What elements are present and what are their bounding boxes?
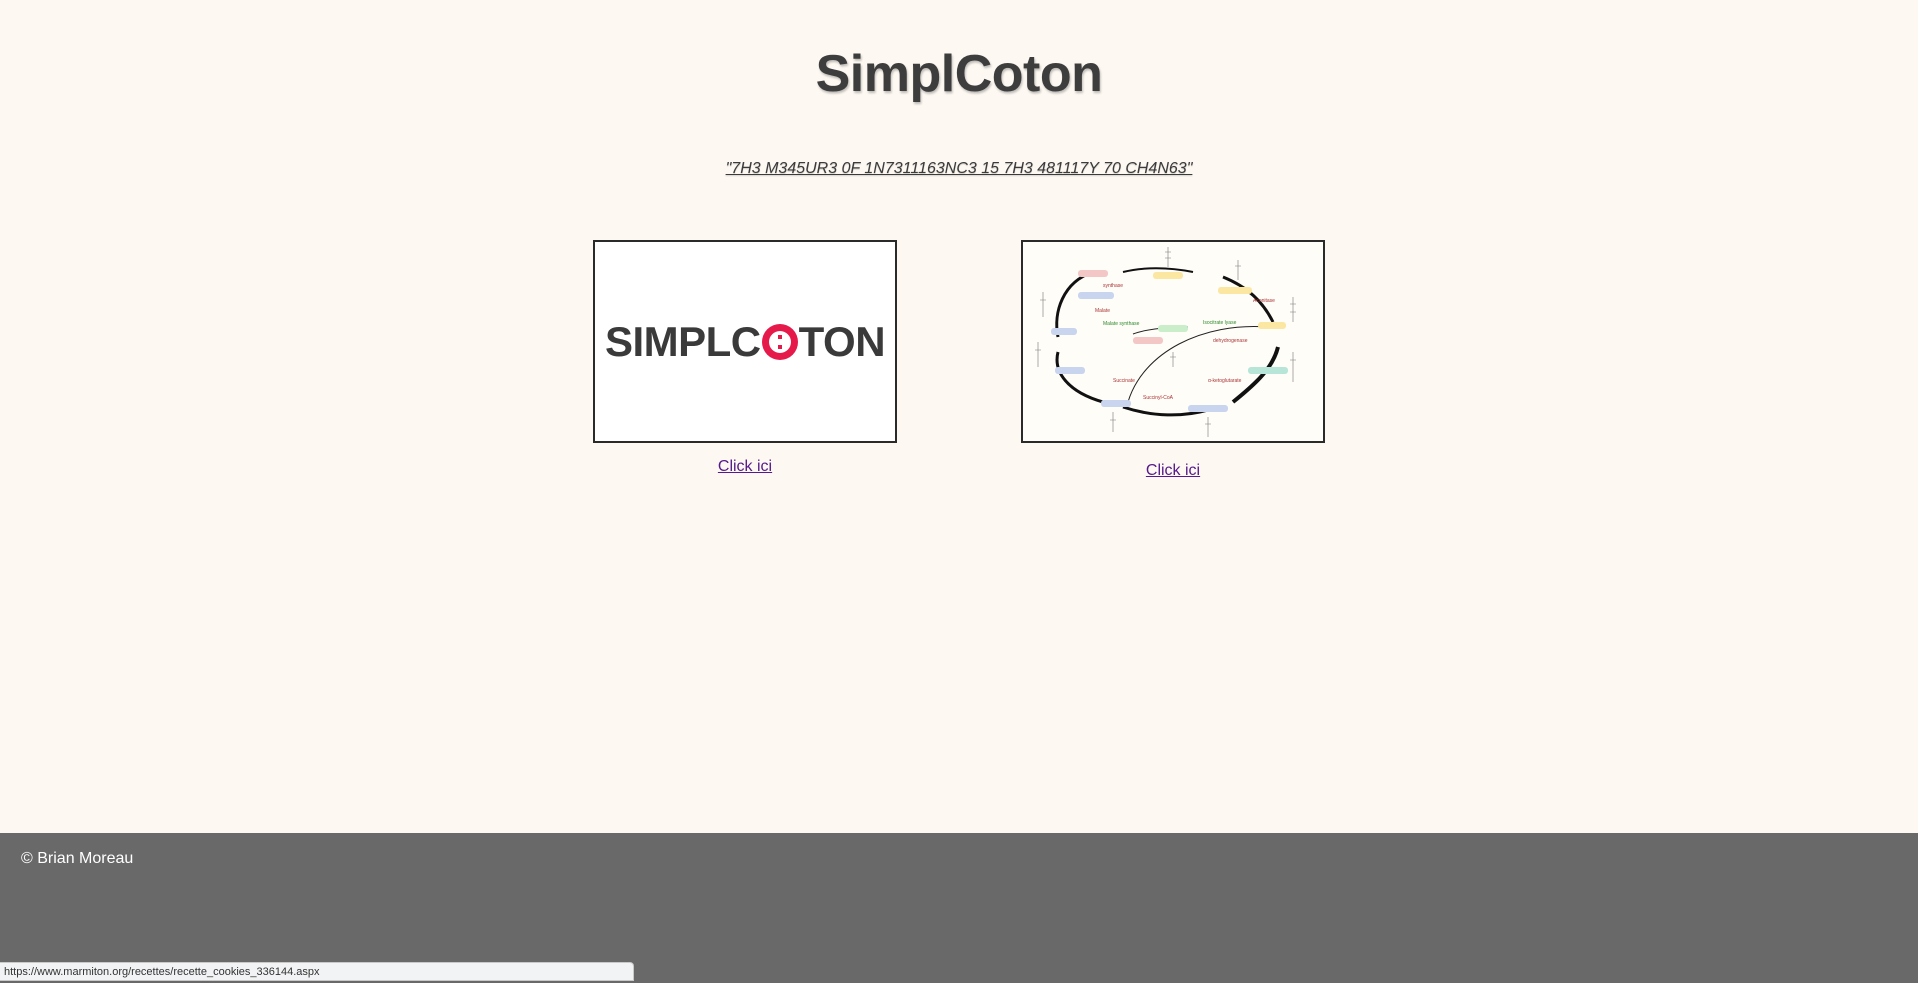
logo-text-before: SIMPLC: [604, 318, 761, 365]
svg-text:Succinate: Succinate: [1113, 378, 1135, 384]
svg-text:Succinyl-CoA: Succinyl-CoA: [1143, 395, 1174, 401]
svg-text:Aconitase: Aconitase: [1253, 298, 1275, 304]
svg-text:dehydrogenase: dehydrogenase: [1213, 338, 1248, 344]
logo-text-after: TON: [798, 318, 886, 365]
citrate-node: [1153, 272, 1183, 279]
footer-copyright: © Brian Moreau: [21, 850, 134, 867]
svg-text:Malate: Malate: [1095, 308, 1110, 314]
tagline: "7H3 M345UR3 0F 1N7311163NC3 15 7H3 4811…: [725, 160, 1193, 177]
status-bar-url: https://www.marmiton.org/recettes/recett…: [0, 962, 634, 981]
simplcoton-logo-thumbnail[interactable]: SIMPLC TON: [593, 240, 897, 443]
card-link-simplcoton[interactable]: Click ici: [718, 458, 772, 476]
metabolic-cycle-thumbnail[interactable]: Aconitase synthase Malate Malate synthas…: [1021, 240, 1325, 443]
card-simplcoton: SIMPLC TON Click ici: [593, 240, 897, 476]
metabolic-cycle-diagram: Aconitase synthase Malate Malate synthas…: [1023, 242, 1323, 441]
svg-text:Isocitrate lyase: Isocitrate lyase: [1203, 320, 1237, 326]
card-link-diagram[interactable]: Click ici: [1146, 462, 1200, 480]
svg-text:synthase: synthase: [1103, 283, 1123, 289]
svg-text:α-ketoglutarate: α-ketoglutarate: [1208, 378, 1242, 384]
site-title: SimplCoton: [815, 45, 1103, 103]
logo-o-icon: [761, 324, 798, 360]
footer: © Brian Moreau: [0, 833, 1918, 983]
svg-text:Malate synthase: Malate synthase: [1103, 321, 1140, 327]
simplcoton-logo: SIMPLC TON: [595, 318, 895, 366]
card-diagram: Aconitase synthase Malate Malate synthas…: [1021, 240, 1325, 480]
